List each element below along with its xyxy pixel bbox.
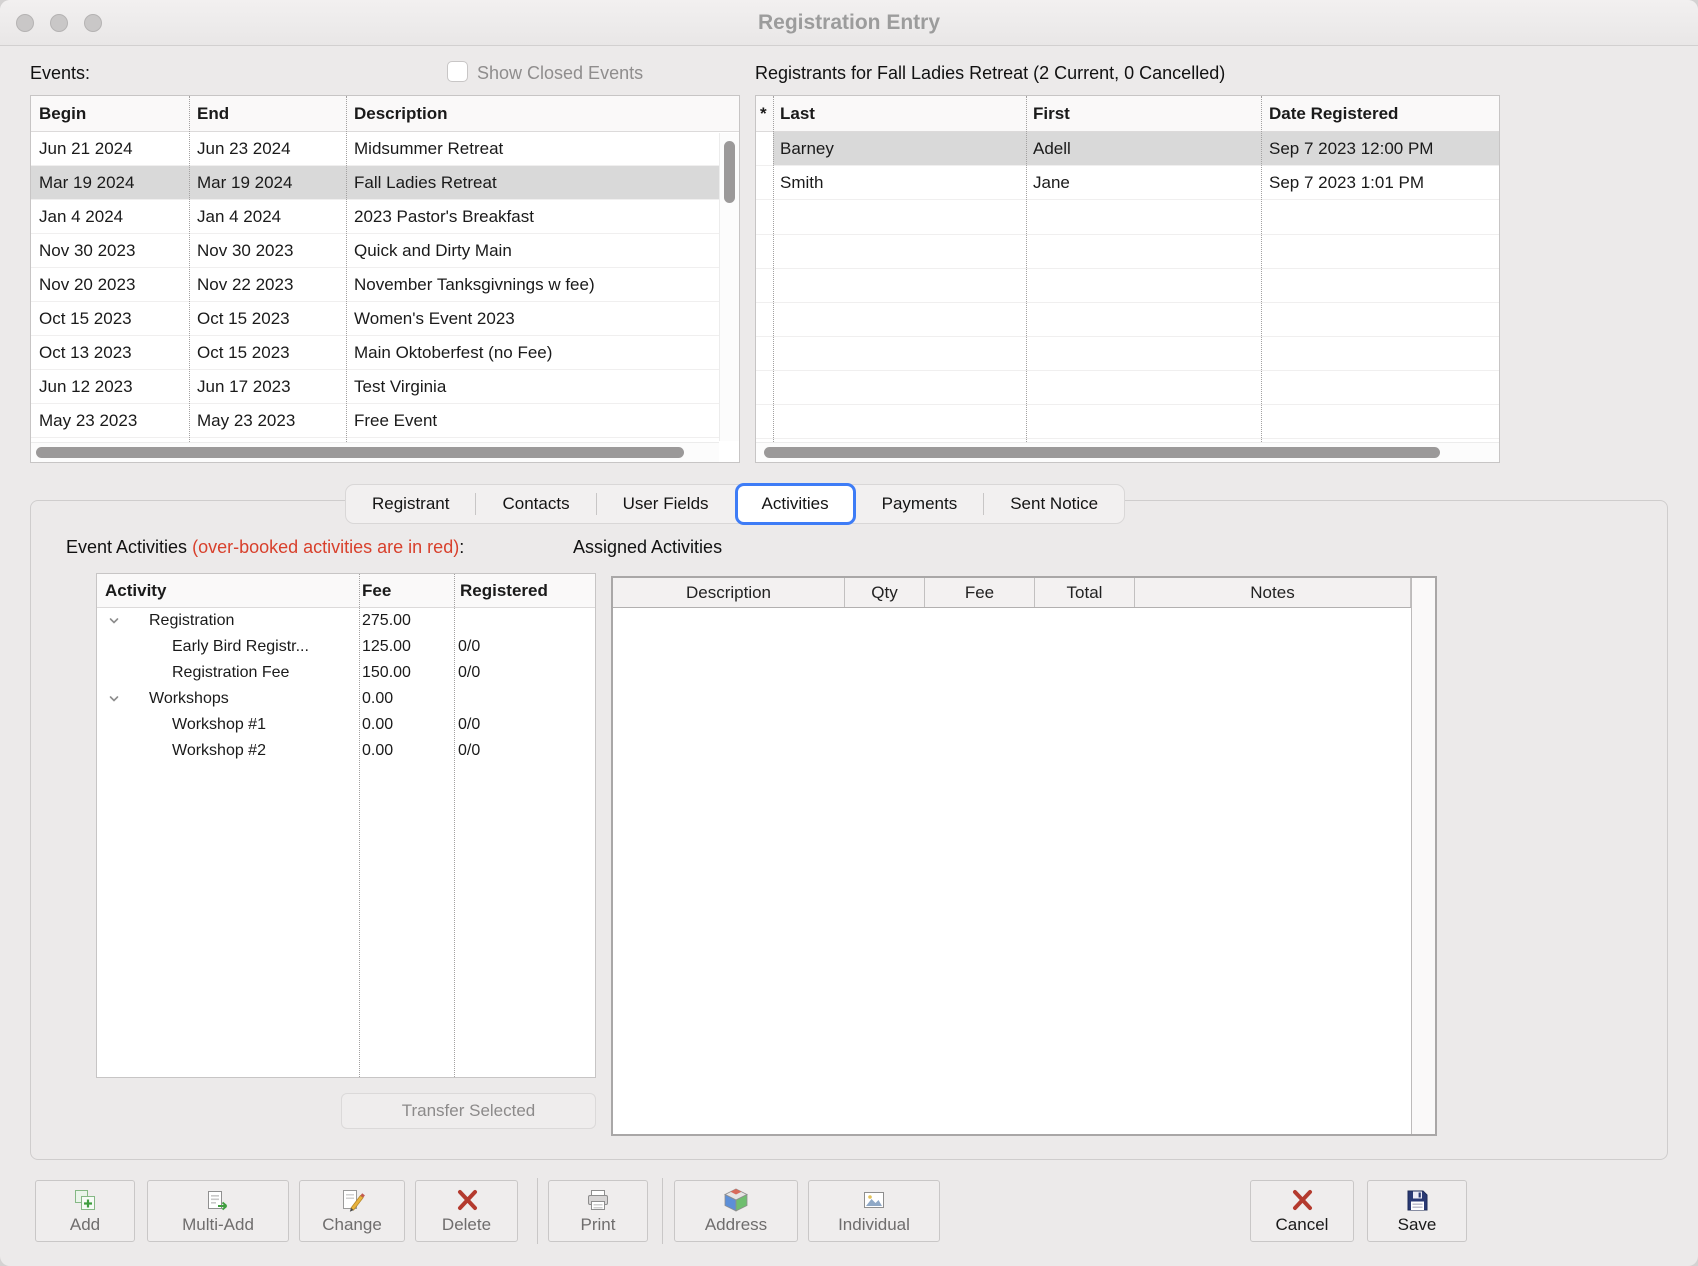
assigned-col-total[interactable]: Total xyxy=(1035,578,1135,607)
activity-item-row[interactable]: Workshop #2 0.00 0/0 xyxy=(97,738,595,764)
registrants-table: * Last First Date Registered Barney Adel… xyxy=(755,95,1500,463)
registrants-col-last[interactable]: Last xyxy=(773,104,1026,124)
edit-document-icon xyxy=(339,1187,365,1213)
assigned-table-header: Description Qty Fee Total Notes xyxy=(613,578,1435,608)
registrants-horizontal-scrollbar-thumb[interactable] xyxy=(764,447,1440,458)
tab-registrant[interactable]: Registrant xyxy=(346,485,475,523)
chevron-down-icon[interactable] xyxy=(107,614,121,628)
activity-item-row[interactable]: Early Bird Registr... 125.00 0/0 xyxy=(97,634,595,660)
events-section-label: Events: xyxy=(30,63,90,84)
activity-item-row[interactable]: Registration Fee 150.00 0/0 xyxy=(97,660,595,686)
registrants-col-date[interactable]: Date Registered xyxy=(1261,104,1499,124)
registrants-horizontal-scrollbar[interactable] xyxy=(756,442,1499,462)
tab-contacts[interactable]: Contacts xyxy=(476,485,595,523)
title-bar: Registration Entry xyxy=(0,0,1698,46)
registrant-row[interactable]: Smith Jane Sep 7 2023 1:01 PM xyxy=(756,166,1499,200)
cancel-button[interactable]: Cancel xyxy=(1250,1180,1354,1242)
toolbar-divider xyxy=(662,1178,663,1244)
event-row[interactable]: Jan 4 2024 Jan 4 2024 2023 Pastor's Brea… xyxy=(31,200,719,234)
tab-sent-notice[interactable]: Sent Notice xyxy=(984,485,1124,523)
red-x-icon xyxy=(454,1187,480,1213)
photo-icon xyxy=(861,1187,887,1213)
show-closed-events-checkbox[interactable] xyxy=(447,61,468,82)
tab-activities[interactable]: Activities xyxy=(735,483,856,525)
window-title: Registration Entry xyxy=(0,0,1698,46)
events-horizontal-scrollbar[interactable] xyxy=(31,442,719,462)
transfer-selected-button[interactable]: Transfer Selected xyxy=(341,1093,596,1129)
overbooked-note: (over-booked activities are in red) xyxy=(192,537,459,557)
tree-col-registered[interactable]: Registered xyxy=(454,581,595,601)
events-vertical-scrollbar[interactable] xyxy=(719,133,739,441)
activities-panel: Event Activities (over-booked activities… xyxy=(30,500,1668,1160)
event-row[interactable]: May 23 2023 May 23 2023 Free Event xyxy=(31,404,719,438)
event-activities-label: Event Activities (over-booked activities… xyxy=(66,537,464,558)
assigned-vertical-scrollbar[interactable] xyxy=(1411,578,1435,1134)
activity-item-row[interactable]: Workshop #1 0.00 0/0 xyxy=(97,712,595,738)
tab-payments[interactable]: Payments xyxy=(856,485,984,523)
assigned-table-body xyxy=(613,608,1411,1134)
event-row[interactable]: Jun 21 2024 Jun 23 2024 Midsummer Retrea… xyxy=(31,132,719,166)
registrants-empty-rows xyxy=(756,201,1499,441)
registration-entry-window: Registration Entry Events: Show Closed E… xyxy=(0,0,1698,1266)
tree-col-activity[interactable]: Activity xyxy=(97,581,359,601)
assigned-col-notes[interactable]: Notes xyxy=(1135,578,1411,607)
assigned-activities-label: Assigned Activities xyxy=(573,537,722,558)
show-closed-events-label[interactable]: Show Closed Events xyxy=(477,63,643,84)
multi-add-icon xyxy=(205,1187,231,1213)
add-button[interactable]: Add xyxy=(35,1180,135,1242)
events-col-end[interactable]: End xyxy=(189,104,346,124)
address-button[interactable]: Address xyxy=(674,1180,798,1242)
registrants-table-header: * Last First Date Registered xyxy=(756,96,1499,132)
zoom-button[interactable] xyxy=(84,14,102,32)
printer-icon xyxy=(585,1187,611,1213)
registrants-section-label: Registrants for Fall Ladies Retreat (2 C… xyxy=(755,63,1225,84)
events-table: Begin End Description Jun 21 2024 Jun 23… xyxy=(30,95,740,463)
events-horizontal-scrollbar-thumb[interactable] xyxy=(36,447,684,458)
print-button[interactable]: Print xyxy=(548,1180,648,1242)
event-row[interactable]: Nov 20 2023 Nov 22 2023 November Tanksgi… xyxy=(31,268,719,302)
toolbar-divider xyxy=(537,1178,538,1244)
detail-tabs: Registrant Contacts User Fields Activiti… xyxy=(345,484,1125,524)
red-x-icon xyxy=(1289,1187,1315,1213)
activity-group-row[interactable]: Registration 275.00 xyxy=(97,608,595,634)
registrants-col-first[interactable]: First xyxy=(1026,104,1261,124)
individual-button[interactable]: Individual xyxy=(808,1180,940,1242)
assigned-col-qty[interactable]: Qty xyxy=(845,578,925,607)
multi-add-button[interactable]: Multi-Add xyxy=(147,1180,289,1242)
tree-col-fee[interactable]: Fee xyxy=(359,581,454,601)
traffic-lights xyxy=(16,14,102,32)
assigned-col-fee[interactable]: Fee xyxy=(925,578,1035,607)
assigned-activities-table: Description Qty Fee Total Notes xyxy=(611,576,1437,1136)
events-table-header: Begin End Description xyxy=(31,96,739,132)
event-row-selected[interactable]: Mar 19 2024 Mar 19 2024 Fall Ladies Retr… xyxy=(31,166,719,200)
registrant-row-selected[interactable]: Barney Adell Sep 7 2023 12:00 PM xyxy=(756,132,1499,166)
add-copy-icon xyxy=(72,1187,98,1213)
delete-button[interactable]: Delete xyxy=(415,1180,518,1242)
close-button[interactable] xyxy=(16,14,34,32)
events-vertical-scrollbar-thumb[interactable] xyxy=(724,141,735,203)
events-col-description[interactable]: Description xyxy=(346,104,739,124)
cube-icon xyxy=(723,1187,749,1213)
chevron-down-icon[interactable] xyxy=(107,692,121,706)
event-row[interactable]: Jun 12 2023 Jun 17 2023 Test Virginia xyxy=(31,370,719,404)
events-col-begin[interactable]: Begin xyxy=(31,104,189,124)
assigned-col-description[interactable]: Description xyxy=(613,578,845,607)
change-button[interactable]: Change xyxy=(299,1180,405,1242)
minimize-button[interactable] xyxy=(50,14,68,32)
tree-header: Activity Fee Registered xyxy=(97,574,595,608)
floppy-disk-icon xyxy=(1404,1187,1430,1213)
event-activities-tree: Activity Fee Registered Registration 275… xyxy=(96,573,596,1078)
event-row[interactable]: Oct 13 2023 Oct 15 2023 Main Oktoberfest… xyxy=(31,336,719,370)
tab-user-fields[interactable]: User Fields xyxy=(597,485,735,523)
event-row[interactable]: Nov 30 2023 Nov 30 2023 Quick and Dirty … xyxy=(31,234,719,268)
activity-group-row[interactable]: Workshops 0.00 xyxy=(97,686,595,712)
registrants-col-star[interactable]: * xyxy=(756,104,773,124)
save-button[interactable]: Save xyxy=(1367,1180,1467,1242)
event-row[interactable]: Oct 15 2023 Oct 15 2023 Women's Event 20… xyxy=(31,302,719,336)
